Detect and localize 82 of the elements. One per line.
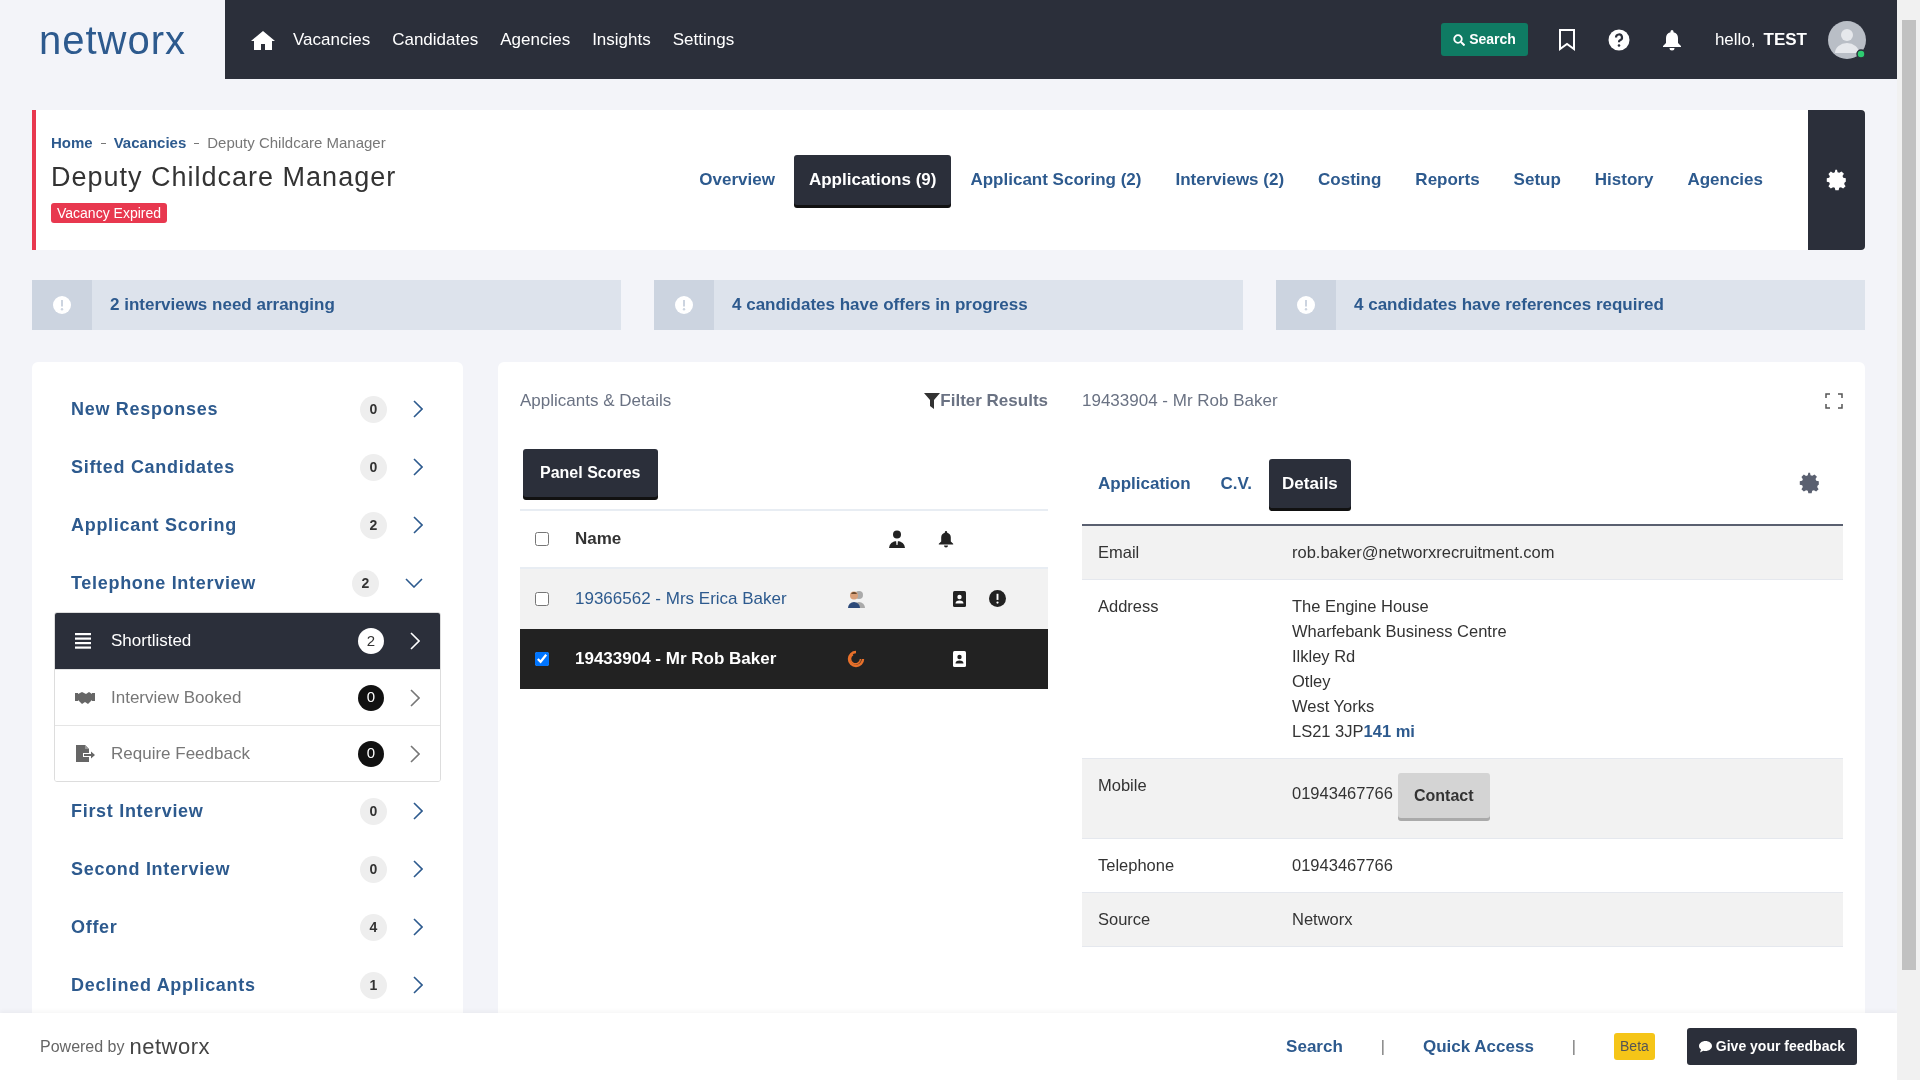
count-badge: 0 <box>360 855 387 883</box>
nav-link[interactable]: Insights <box>592 26 651 53</box>
stage-item[interactable]: Telephone Interview 2 <box>54 554 441 612</box>
breadcrumb-link[interactable]: Home <box>51 132 93 155</box>
field-value: 01943467766 <box>1292 783 1393 804</box>
link-separator: | <box>1571 1036 1576 1057</box>
nav-link[interactable]: Agencies <box>500 26 571 53</box>
link-separator: | <box>1380 1036 1385 1057</box>
tab[interactable]: Costing <box>1303 155 1397 205</box>
alert-text: 2 interviews need arranging <box>110 294 335 317</box>
distance-link[interactable]: 141 mi <box>1363 719 1415 744</box>
count-badge: 0 <box>358 684 384 711</box>
powered-by-text: Powered by <box>40 1036 125 1057</box>
field-label: Source <box>1098 909 1152 930</box>
search-button[interactable]: Search <box>1441 23 1528 56</box>
field-label: Address <box>1098 596 1160 617</box>
tab[interactable]: Interviews (2) <box>1160 155 1300 205</box>
field-value: Wharfebank Business Centre <box>1292 621 1507 642</box>
page-title: Deputy Childcare Manager <box>51 160 398 194</box>
field-label: Email <box>1098 542 1141 563</box>
field-value: LS21 3JP <box>1292 721 1364 742</box>
stage-item[interactable]: New Responses 0 <box>54 380 441 438</box>
panel-title: Applicants & Details <box>520 390 672 412</box>
tab[interactable]: Application <box>1085 458 1204 508</box>
detail-title: 19433904 - Mr Rob Baker <box>1082 390 1278 412</box>
nav-link[interactable]: Settings <box>672 26 735 53</box>
tab[interactable]: C.V. <box>1207 458 1266 508</box>
contact-button[interactable]: Contact <box>1397 773 1490 818</box>
tab[interactable]: History <box>1579 155 1669 205</box>
field-value: rob.baker@networxrecruitment.com <box>1292 542 1555 563</box>
count-badge: 2 <box>358 628 384 654</box>
feedback-button[interactable]: Give your feedback <box>1686 1028 1857 1065</box>
count-badge: 1 <box>360 971 387 999</box>
alert-text: 4 candidates have references required <box>1354 294 1664 317</box>
footer-link[interactable]: Search <box>1286 1033 1343 1060</box>
field-label: Telephone <box>1098 855 1176 876</box>
beta-badge: Beta <box>1614 1033 1655 1060</box>
count-badge: 0 <box>360 453 387 481</box>
field-value: Networx <box>1292 909 1353 930</box>
stage-item[interactable]: Second Interview 0 <box>54 840 441 898</box>
tab[interactable]: Details <box>1269 458 1351 508</box>
status-badge: Vacancy Expired <box>51 203 167 223</box>
filter-link[interactable]: Filter Results <box>924 388 1048 414</box>
field-label: Mobile <box>1098 775 1148 796</box>
stage-item[interactable]: Offer 4 <box>54 898 441 956</box>
count-badge: 4 <box>360 913 387 941</box>
breadcrumb-current: Deputy Childcare Manager <box>207 133 386 153</box>
count-badge: 0 <box>358 740 384 767</box>
stage-item[interactable]: First Interview 0 <box>54 782 441 840</box>
greeting-text: hello, <box>1714 28 1756 51</box>
breadcrumb-link[interactable]: Vacancies <box>113 132 187 155</box>
stage-item[interactable]: Applicant Scoring 2 <box>54 496 441 554</box>
tab[interactable]: Overview <box>684 155 790 205</box>
tab[interactable]: Reports <box>1400 155 1495 205</box>
logo[interactable]: networx <box>38 9 187 70</box>
tab[interactable]: Agencies <box>1672 155 1778 205</box>
field-value: The Engine House <box>1292 596 1429 617</box>
count-badge: 0 <box>360 797 387 825</box>
nav-link[interactable]: Candidates <box>392 26 479 53</box>
sub-stage-item[interactable]: Shortlisted 2 <box>55 613 440 669</box>
sub-stage-item[interactable]: Require Feedback 0 <box>55 725 440 781</box>
count-badge: 2 <box>360 511 387 539</box>
column-header: Name <box>575 527 623 550</box>
footer-logo: networx <box>129 1033 211 1061</box>
field-value: Otley <box>1292 671 1331 692</box>
applicant-row[interactable]: 19366562 - Mrs Erica Baker <box>520 568 1048 629</box>
footer-link[interactable]: Quick Access <box>1422 1033 1534 1060</box>
tab[interactable]: Applicant Scoring (2) <box>955 155 1157 205</box>
nav-link[interactable]: Vacancies <box>293 26 371 53</box>
alert-text: 4 candidates have offers in progress <box>732 294 1028 317</box>
stage-item[interactable]: Sifted Candidates 0 <box>54 438 441 496</box>
tab[interactable]: Setup <box>1498 155 1576 205</box>
field-value: West Yorks <box>1292 696 1375 717</box>
applicant-row[interactable]: 19433904 - Mr Rob Baker <box>520 628 1048 689</box>
stage-item[interactable]: Declined Applicants 1 <box>54 956 441 1013</box>
field-value: Ilkley Rd <box>1292 646 1356 667</box>
count-badge: 0 <box>360 395 387 423</box>
field-value: 01943467766 <box>1292 855 1393 876</box>
count-badge: 2 <box>352 569 379 597</box>
user-name: TEST <box>1763 28 1807 51</box>
panel-scores-button[interactable]: Panel Scores <box>523 448 658 497</box>
tab[interactable]: Applications (9) <box>793 155 952 205</box>
